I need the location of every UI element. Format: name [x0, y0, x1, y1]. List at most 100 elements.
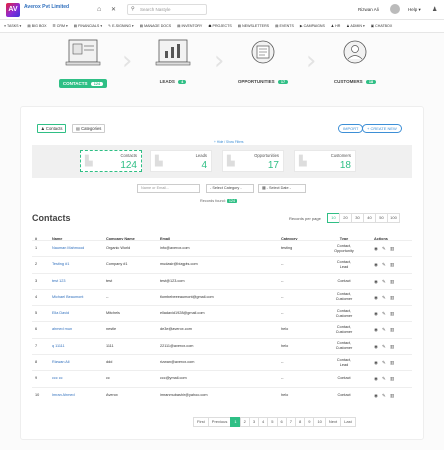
create-new-button[interactable]: + CREATE NEW — [362, 124, 402, 133]
search-input[interactable]: ⚲ Search Nastyle — [127, 4, 207, 15]
contact-name-link[interactable]: test 123 — [52, 279, 66, 283]
page-link[interactable]: Last — [340, 417, 356, 427]
contact-name-link[interactable]: ahmed mun — [52, 327, 72, 331]
contact-type: Contact, Customer — [327, 341, 361, 351]
nav-events[interactable]: ▤ EVENTS — [275, 24, 294, 28]
nav-e-signing[interactable]: ✎ E-SIGNING ▾ — [108, 24, 134, 28]
page-link[interactable]: First — [193, 417, 209, 427]
toggle-filters-link[interactable]: + Hide / Show Filters — [214, 140, 244, 144]
contact-name-link[interactable]: Rizwan Ali — [52, 360, 70, 364]
summary-opportunities[interactable]: ▙ Opportunities 17 — [222, 150, 284, 172]
category-select[interactable]: - Select Category - — [206, 184, 254, 193]
nav-campaigns[interactable]: ▶ CAMPAIGNS — [300, 24, 325, 28]
nav-big-box[interactable]: ▤ BIG BOX — [27, 24, 46, 28]
chevron-right-icon: › — [306, 46, 317, 76]
contact-name-link[interactable]: Michael Beaumont — [52, 295, 83, 299]
summary-leads[interactable]: ▙ Leads 4 — [150, 150, 212, 172]
view-icon[interactable]: ◉ — [374, 262, 379, 267]
help-menu[interactable]: Help ▾ — [408, 7, 421, 13]
edit-icon[interactable]: ✎ — [382, 360, 387, 365]
edit-icon[interactable]: ✎ — [382, 376, 387, 381]
nav-hr[interactable]: ♟ HR — [331, 24, 340, 28]
delete-icon[interactable]: ▥ — [390, 295, 395, 300]
delete-icon[interactable]: ▥ — [390, 262, 395, 267]
nav-manage-docs[interactable]: ▤ MANAGE DOCS — [140, 24, 171, 28]
delete-icon[interactable]: ▥ — [390, 393, 395, 398]
nav-inventory[interactable]: ▤ INVENTORY — [177, 24, 202, 28]
delete-icon[interactable]: ▥ — [390, 246, 395, 251]
date-select[interactable]: ▦ - Select Date - — [258, 184, 306, 193]
summary-customers[interactable]: ▙ Customers 18 — [294, 150, 356, 172]
edit-icon[interactable]: ✎ — [382, 344, 387, 349]
summary-contacts[interactable]: ▙ Contacts 124 — [80, 150, 142, 172]
page-link[interactable]: Next — [324, 417, 342, 427]
row-number: 6 — [35, 327, 38, 332]
company-name: test — [106, 278, 113, 283]
table-row: 5 Ella David Mitchels elladavid1928@gmail.c… — [32, 305, 412, 321]
table-row: 6 ahmed mun nestle de3e@averox.com helo Conta… — [32, 321, 412, 337]
contact-name-link[interactable]: Ella David — [52, 311, 69, 315]
contact-type: Contact, Customer — [327, 309, 361, 319]
nav-chatbox[interactable]: ▣ CHATBOX — [371, 24, 393, 28]
user-name[interactable]: Rizwan Ali — [358, 7, 379, 12]
row-number: 9 — [35, 376, 38, 381]
view-icon[interactable]: ◉ — [374, 344, 379, 349]
delete-icon[interactable]: ▥ — [390, 360, 395, 365]
view-icon[interactable]: ◉ — [374, 295, 379, 300]
leads-icon: ▙ — [155, 156, 163, 167]
edit-icon[interactable]: ✎ — [382, 246, 387, 251]
contact-category: -- — [281, 262, 284, 267]
edit-icon[interactable]: ✎ — [382, 262, 387, 267]
step-contacts[interactable]: CONTACTS 124 — [52, 38, 114, 88]
delete-icon[interactable]: ▥ — [390, 279, 395, 284]
rpp-option[interactable]: 100 — [387, 213, 400, 223]
step-opportunities[interactable]: OPPORTUNITIES 17 — [232, 38, 294, 84]
delete-icon[interactable]: ▥ — [390, 311, 395, 316]
nav-projects[interactable]: ☗ PROJECTS — [208, 24, 231, 28]
contact-type-line: Lead — [339, 362, 349, 367]
edit-icon[interactable]: ✎ — [382, 327, 387, 332]
view-icon[interactable]: ◉ — [374, 279, 379, 284]
view-icon[interactable]: ◉ — [374, 246, 379, 251]
delete-icon[interactable]: ▥ — [390, 376, 395, 381]
view-icon[interactable]: ◉ — [374, 327, 379, 332]
opportunities-illustration-icon — [251, 40, 275, 64]
row-number: 4 — [35, 294, 38, 299]
view-icon[interactable]: ◉ — [374, 311, 379, 316]
row-number: 2 — [35, 262, 38, 267]
delete-icon[interactable]: ▥ — [390, 327, 395, 332]
step-leads[interactable]: LEADS 4 — [142, 38, 204, 84]
contact-name-link[interactable]: Testing #1 — [52, 262, 69, 266]
nav-newsletters[interactable]: ▤ NEWSLETTERS — [238, 24, 269, 28]
contact-name-link[interactable]: Imran Ahmed — [52, 393, 75, 397]
view-icon[interactable]: ◉ — [374, 376, 379, 381]
tools-icon[interactable]: ✕ — [111, 6, 116, 14]
edit-icon[interactable]: ✎ — [382, 311, 387, 316]
page-link[interactable]: Previous — [207, 417, 232, 427]
edit-icon[interactable]: ✎ — [382, 295, 387, 300]
name-email-filter[interactable]: Name or Email... — [137, 184, 200, 193]
contact-name-link[interactable]: ccc cc — [52, 376, 63, 380]
tab-categories[interactable]: ▤ Categories — [72, 124, 106, 133]
row-actions: ◉ ✎ ▥ — [374, 262, 398, 267]
contact-type-line: Lead — [339, 264, 349, 269]
contact-name-link[interactable]: Nauman Mahmood — [52, 246, 84, 250]
edit-icon[interactable]: ✎ — [382, 393, 387, 398]
nav-tasks[interactable]: ≡ TASKS ▾ — [4, 24, 21, 28]
step-customers[interactable]: CUSTOMERS 18 — [324, 38, 386, 84]
edit-icon[interactable]: ✎ — [382, 279, 387, 284]
user-add-icon[interactable]: ♟ — [432, 6, 437, 13]
delete-icon[interactable]: ▥ — [390, 344, 395, 349]
app-logo[interactable]: AV — [6, 3, 20, 17]
nav-financials[interactable]: ▤ FINANCIALS ▾ — [74, 24, 102, 28]
nav-admin[interactable]: ♟ ADMIN ▾ — [346, 24, 364, 28]
avatar[interactable] — [390, 4, 400, 14]
view-icon[interactable]: ◉ — [374, 360, 379, 365]
view-icon[interactable]: ◉ — [374, 393, 379, 398]
import-button[interactable]: IMPORT — [338, 124, 364, 133]
contact-category: -- — [281, 376, 284, 381]
nav-crm[interactable]: ☰ CRM ▾ — [53, 24, 68, 28]
contact-name-link[interactable]: q 11111 — [52, 344, 65, 348]
home-icon[interactable]: ⌂ — [97, 6, 105, 14]
tab-contacts[interactable]: ♟ Contacts — [37, 124, 67, 133]
